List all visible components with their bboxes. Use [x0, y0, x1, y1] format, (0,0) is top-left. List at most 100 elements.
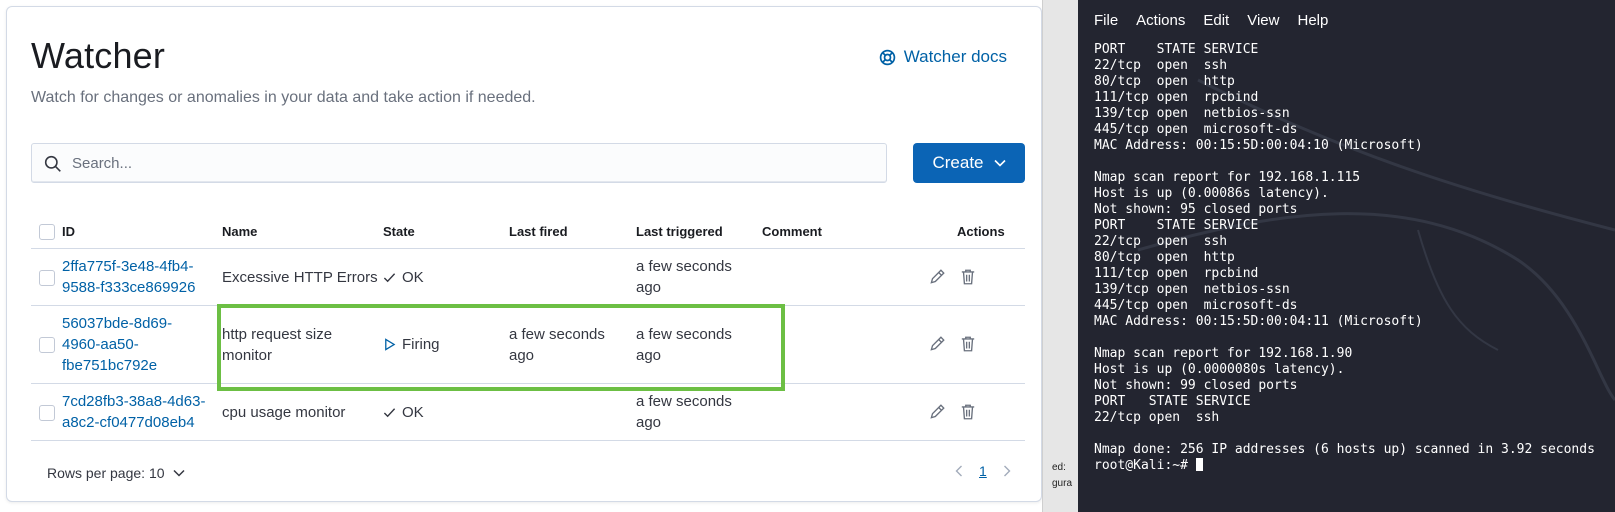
terminal-line: 22/tcp open ssh: [1094, 410, 1220, 425]
last-triggered-line: a few seconds: [636, 258, 732, 275]
watch-state-label: OK: [402, 269, 424, 286]
terminal-line: 80/tcp open http: [1094, 74, 1235, 89]
watch-last-triggered: a few seconds ago: [636, 256, 732, 298]
watch-name: Excessive HTTP Errors: [222, 269, 378, 286]
terminal-cursor: [1195, 458, 1203, 471]
search-icon: [44, 155, 61, 172]
edit-pencil-icon[interactable]: [928, 403, 946, 421]
terminal-line: 445/tcp open microsoft-ds: [1094, 122, 1298, 137]
watch-name: cpu usage monitor: [222, 404, 346, 421]
column-last-triggered[interactable]: Last triggered: [636, 224, 723, 239]
terminal-line: 22/tcp open ssh: [1094, 58, 1228, 73]
watcher-docs-label: Watcher docs: [903, 47, 1007, 66]
terminal-line: PORT STATE SERVICE: [1094, 42, 1259, 57]
column-name[interactable]: Name: [222, 224, 257, 239]
table-row: 7cd28fb3-38a8-4d63- a8c2-cf0477d08eb4 cp…: [31, 384, 1025, 441]
chevron-left-icon[interactable]: [955, 465, 963, 477]
delete-trash-icon[interactable]: [959, 335, 977, 353]
rows-per-page-label: Rows per page: 10: [47, 465, 165, 481]
background-window-strip: [1042, 0, 1078, 512]
terminal-line: PORT STATE SERVICE: [1094, 394, 1251, 409]
watcher-panel: Watcher Watcher docs Watch for changes o…: [6, 6, 1042, 502]
delete-trash-icon[interactable]: [959, 403, 977, 421]
create-label: Create: [932, 153, 984, 172]
menu-file[interactable]: File: [1094, 12, 1118, 29]
terminal-window[interactable]: File Actions Edit View Help PORT STATE S…: [1078, 0, 1615, 512]
terminal-line: Host is up (0.00086s latency).: [1094, 186, 1329, 201]
watch-id-line: 4960-aa50-: [62, 336, 139, 353]
terminal-line: 445/tcp open microsoft-ds: [1094, 298, 1298, 313]
background-window-text: gura: [1052, 478, 1073, 489]
terminal-line: 139/tcp open netbios-ssn: [1094, 106, 1290, 121]
create-button[interactable]: Create: [913, 143, 1025, 183]
page-number[interactable]: 1: [979, 463, 987, 479]
edit-pencil-icon[interactable]: [928, 335, 946, 353]
terminal-output: PORT STATE SERVICE 22/tcp open ssh 80/tcp …: [1094, 42, 1595, 474]
row-checkbox[interactable]: [39, 337, 55, 353]
terminal-line: 139/tcp open netbios-ssn: [1094, 282, 1290, 297]
terminal-line: Nmap done: 256 IP addresses (6 hosts up)…: [1094, 442, 1595, 457]
menu-help[interactable]: Help: [1297, 12, 1328, 29]
last-triggered-line: ago: [636, 279, 662, 296]
column-state[interactable]: State: [383, 224, 415, 239]
row-checkbox[interactable]: [39, 405, 55, 421]
menu-view[interactable]: View: [1247, 12, 1279, 29]
page-title: Watcher: [31, 35, 166, 76]
terminal-prompt: root@Kali:~#: [1094, 458, 1196, 473]
row-highlight-box: [217, 304, 785, 391]
docs-help-icon: [879, 49, 895, 65]
select-all-checkbox[interactable]: [39, 224, 55, 240]
menu-edit[interactable]: Edit: [1203, 12, 1229, 29]
search-box[interactable]: [31, 143, 887, 183]
terminal-line: MAC Address: 00:15:5D:00:04:10 (Microsof…: [1094, 138, 1423, 153]
watch-last-triggered: a few seconds ago: [636, 391, 732, 433]
pagination: 1: [955, 463, 1011, 479]
rows-per-page-selector[interactable]: Rows per page: 10: [47, 465, 185, 481]
check-icon: [383, 408, 396, 418]
last-triggered-line: a few seconds: [636, 393, 732, 410]
chevron-down-icon: [173, 469, 185, 477]
column-id[interactable]: ID: [62, 224, 75, 239]
check-icon: [383, 273, 396, 283]
chevron-down-icon: [993, 159, 1006, 167]
background-window-text: ed:: [1052, 462, 1066, 473]
search-input[interactable]: [72, 154, 886, 172]
delete-trash-icon[interactable]: [959, 268, 977, 286]
watcher-window: Watcher Watcher docs Watch for changes o…: [0, 0, 1060, 512]
watch-id-line: 9588-f333ce869926: [62, 279, 196, 296]
column-actions: Actions: [957, 224, 1005, 239]
watch-id-link[interactable]: 7cd28fb3-38a8-4d63- a8c2-cf0477d08eb4: [62, 391, 212, 433]
terminal-line: 111/tcp open rpcbind: [1094, 266, 1259, 281]
terminal-prompt-line[interactable]: root@Kali:~#: [1094, 458, 1595, 474]
terminal-line: Nmap scan report for 192.168.1.90: [1094, 346, 1353, 361]
terminal-line: Nmap scan report for 192.168.1.115: [1094, 170, 1361, 185]
watch-state-label: OK: [402, 404, 424, 421]
terminal-line: 111/tcp open rpcbind: [1094, 90, 1259, 105]
menu-actions[interactable]: Actions: [1136, 12, 1185, 29]
terminal-line: Not shown: 99 closed ports: [1094, 378, 1298, 393]
chevron-right-icon[interactable]: [1003, 465, 1011, 477]
table-header: ID Name State Last fired Last triggered …: [31, 215, 1025, 249]
watcher-docs-link[interactable]: Watcher docs: [879, 47, 1007, 67]
watch-id-line: 2ffa775f-3e48-4fb4-: [62, 258, 194, 275]
table-row: 2ffa775f-3e48-4fb4- 9588-f333ce869926 Ex…: [31, 249, 1025, 306]
watch-state: OK: [383, 267, 424, 288]
page-subtitle: Watch for changes or anomalies in your d…: [31, 89, 536, 106]
watch-id-line: 56037bde-8d69-: [62, 315, 173, 332]
terminal-line: 80/tcp open http: [1094, 250, 1235, 265]
column-comment[interactable]: Comment: [762, 224, 822, 239]
watch-id-line: a8c2-cf0477d08eb4: [62, 414, 195, 431]
watch-id-link[interactable]: 56037bde-8d69- 4960-aa50- fbe751bc792e: [62, 313, 212, 376]
terminal-line: Not shown: 95 closed ports: [1094, 202, 1298, 217]
terminal-line: Host is up (0.0000080s latency).: [1094, 362, 1345, 377]
watch-state: OK: [383, 402, 424, 423]
column-last-fired[interactable]: Last fired: [509, 224, 568, 239]
last-triggered-line: ago: [636, 414, 662, 431]
terminal-menubar: File Actions Edit View Help: [1094, 12, 1328, 29]
row-checkbox[interactable]: [39, 270, 55, 286]
edit-pencil-icon[interactable]: [928, 268, 946, 286]
watch-id-link[interactable]: 2ffa775f-3e48-4fb4- 9588-f333ce869926: [62, 256, 212, 298]
